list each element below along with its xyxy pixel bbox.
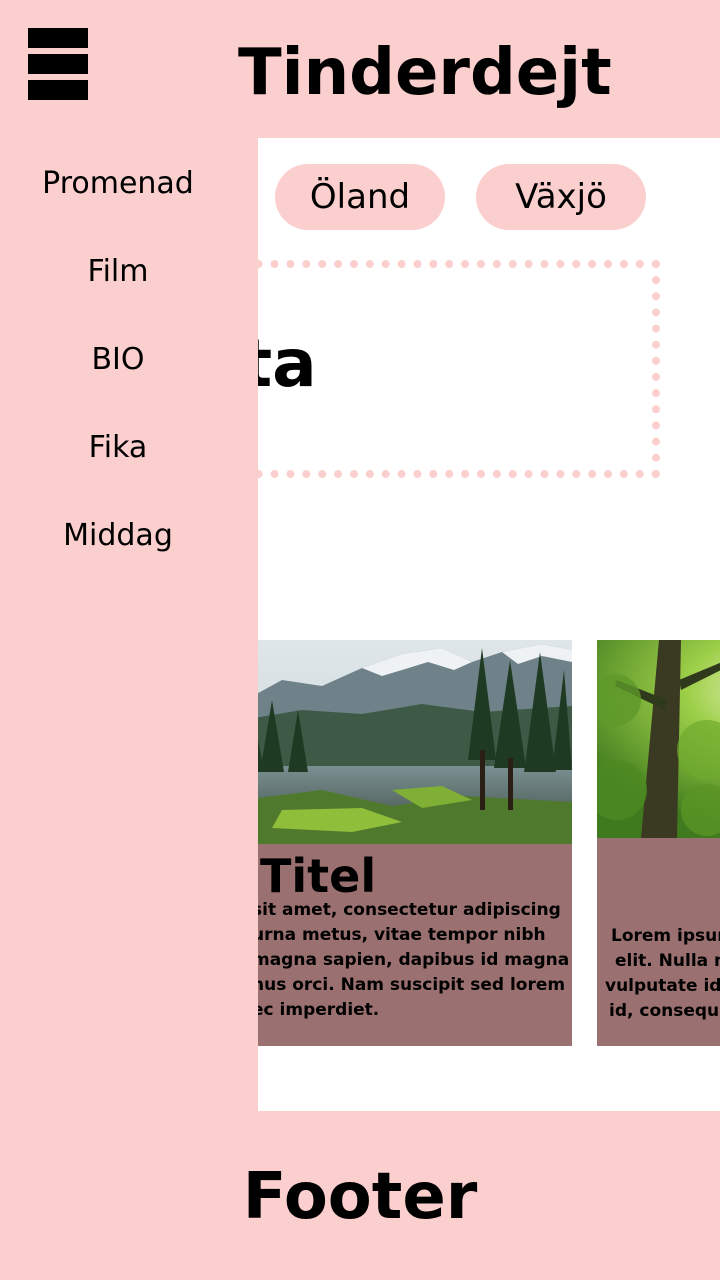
footer: Footer	[0, 1111, 720, 1280]
mountain-lake-illustration	[242, 640, 572, 844]
card-body-line: elit. Nulla m	[615, 951, 720, 971]
card-body-line: ec imperdiet.	[252, 1000, 380, 1020]
card-title: Titel	[260, 849, 377, 903]
chip-oland[interactable]: Öland	[275, 164, 445, 230]
menu-bar	[28, 54, 88, 74]
page: Öland Växjö nforuta	[0, 0, 720, 1280]
card-body-line: nus orci. Nam suscipit sed lorem	[252, 975, 566, 995]
card-body: sit amet, consectetur adipiscing urna me…	[252, 898, 570, 1023]
card-body-line: id, consequa	[609, 1001, 720, 1021]
card[interactable]: Lorem ipsum elit. Nulla m vulputate id. …	[597, 640, 720, 1046]
footer-text: Footer	[242, 1160, 478, 1234]
hamburger-menu-icon[interactable]	[28, 28, 88, 100]
card-body-line: urna metus, vitae tempor nibh	[252, 925, 546, 945]
header: Tinderdejt	[0, 0, 720, 138]
card-body-line: magna sapien, dapibus id magna	[252, 950, 570, 970]
card-image-forest	[597, 640, 720, 838]
sidebar: Promenad Film BIO Fika Middag	[0, 138, 258, 1111]
sidebar-item-bio[interactable]: BIO	[0, 338, 236, 382]
card-body: Lorem ipsum elit. Nulla m vulputate id. …	[605, 924, 720, 1024]
site-title: Tinderdejt	[238, 36, 612, 110]
chip-vaxjo[interactable]: Växjö	[476, 164, 646, 230]
card-body-line: sit amet, consectetur adipiscing	[252, 900, 561, 920]
card-body-line: Lorem ipsum	[611, 926, 720, 946]
card-image-mountain-lake	[242, 640, 572, 844]
card[interactable]: Titel sit amet, consectetur adipiscing u…	[242, 640, 572, 1046]
forest-illustration	[597, 640, 720, 838]
sidebar-item-promenad[interactable]: Promenad	[0, 162, 236, 206]
sidebar-item-middag[interactable]: Middag	[0, 514, 236, 558]
menu-bar	[28, 80, 88, 100]
sidebar-item-fika[interactable]: Fika	[0, 426, 236, 470]
card-body-line: vulputate id.	[605, 976, 720, 996]
sidebar-item-film[interactable]: Film	[0, 250, 236, 294]
menu-bar	[28, 28, 88, 48]
